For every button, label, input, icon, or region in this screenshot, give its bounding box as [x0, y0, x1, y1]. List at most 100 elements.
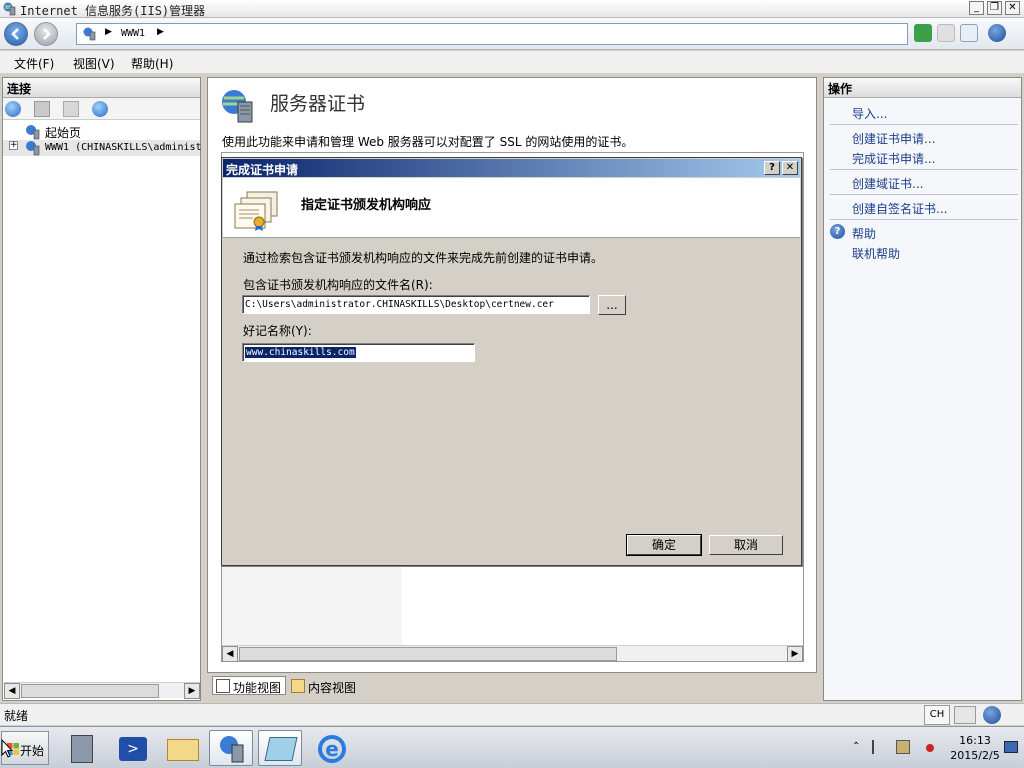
maximize-button[interactable]: ❐ [987, 1, 1002, 15]
status-text: 就绪 [4, 709, 29, 723]
breadcrumb-arrow[interactable]: ▶ [157, 27, 164, 37]
list-hscrollbar[interactable]: ◀ ▶ [222, 645, 803, 662]
start-label: 开始 [20, 744, 45, 758]
dialog-header: 指定证书颁发机构响应 [223, 178, 800, 238]
show-hidden-icons-icon[interactable]: ⌃ [852, 741, 860, 752]
forward-button[interactable] [34, 22, 58, 46]
close-button[interactable]: ✕ [1005, 1, 1020, 15]
friendly-name-input[interactable]: www.chinaskills.com [242, 343, 475, 362]
start-page-icon [26, 125, 40, 140]
list-empty-area [222, 563, 402, 647]
ok-button[interactable]: 确定 [626, 534, 702, 556]
file-name-label: 包含证书颁发机构响应的文件名(R): [243, 278, 433, 292]
action-create-selfsigned-cert[interactable]: 创建自签名证书... [852, 200, 947, 217]
scroll-thumb[interactable] [239, 647, 617, 661]
cancel-button[interactable]: 取消 [709, 535, 783, 555]
page-title: 服务器证书 [270, 93, 366, 115]
scroll-left-button[interactable]: ◀ [4, 683, 20, 699]
address-bar[interactable]: ▶ WWW1 ▶ [76, 23, 908, 45]
clock-time: 16:13 [959, 734, 991, 747]
action-import[interactable]: 导入... [852, 105, 887, 122]
connections-hscrollbar[interactable]: ◀ ▶ [4, 682, 200, 699]
notepad-icon [264, 737, 298, 761]
tab-features-view[interactable]: 功能视图 [212, 676, 287, 695]
minimize-button[interactable]: _ [969, 1, 984, 15]
action-complete-request[interactable]: 完成证书申请... [852, 150, 935, 167]
expand-icon[interactable]: + [9, 141, 18, 150]
view-tabs: 功能视图 内容视图 [207, 675, 817, 697]
action-center-flag-icon[interactable] [872, 740, 886, 754]
action-help[interactable]: 帮助 [852, 225, 876, 242]
dialog-instruction: 通过检索包含证书颁发机构响应的文件来完成先前创建的证书申请。 [243, 251, 604, 265]
taskbar-iis-manager[interactable] [209, 730, 253, 766]
scroll-right-button[interactable]: ▶ [787, 646, 803, 662]
tree-label: WWW1 (CHINASKILLS\administ [45, 142, 202, 153]
up-icon[interactable] [63, 101, 79, 117]
menubar: 文件(F) 视图(V) 帮助(H) [0, 51, 1024, 73]
page-description: 使用此功能来申请和管理 Web 服务器可以对配置了 SSL 的网站使用的证书。 [222, 135, 634, 149]
scroll-left-button[interactable]: ◀ [222, 646, 238, 662]
clock[interactable]: 16:13 2015/2/5 [946, 733, 1004, 763]
keyboard-icon[interactable] [954, 706, 976, 724]
breadcrumb-www1[interactable]: WWW1 [121, 28, 145, 39]
server-icon [83, 27, 96, 41]
action-create-domain-cert[interactable]: 创建域证书... [852, 175, 923, 192]
language-indicator[interactable]: CH [924, 705, 950, 725]
action-online-help[interactable]: 联机帮助 [852, 245, 900, 262]
window-titlebar: Internet 信息服务(IIS)管理器 _ ❐ ✕ [0, 0, 1024, 18]
refresh-icon[interactable] [914, 24, 932, 42]
navigation-bar: ▶ WWW1 ▶ [0, 18, 1024, 50]
menu-help[interactable]: 帮助(H) [131, 55, 173, 72]
folder-icon [167, 739, 199, 761]
connect-icon[interactable] [5, 101, 21, 117]
taskbar-explorer[interactable] [160, 730, 204, 766]
mouse-cursor-icon [1, 739, 13, 758]
menu-view[interactable]: 视图(V) [73, 55, 115, 72]
tree-item-start-page[interactable]: 起始页 [3, 124, 200, 140]
divider [830, 194, 1018, 195]
scroll-right-button[interactable]: ▶ [184, 683, 200, 699]
dialog-title: 完成证书申请 [226, 163, 299, 177]
file-name-input[interactable]: C:\Users\administrator.CHINASKILLS\Deskt… [242, 295, 590, 314]
tab-content-view[interactable]: 内容视图 [287, 676, 361, 695]
home-icon[interactable] [960, 24, 978, 42]
back-button[interactable] [4, 22, 28, 46]
certificate-icon [234, 191, 278, 231]
forward-arrow-icon [43, 28, 51, 40]
volume-muted-icon[interactable] [920, 740, 934, 754]
scroll-thumb[interactable] [21, 684, 159, 698]
tab-label: 功能视图 [233, 681, 282, 695]
tree-label: 起始页 [45, 126, 82, 140]
browse-button[interactable]: ... [598, 295, 626, 315]
window-title: Internet 信息服务(IIS)管理器 [20, 4, 206, 18]
action-create-request[interactable]: 创建证书申请... [852, 130, 935, 147]
server-certificate-icon [222, 90, 253, 123]
server-manager-icon [71, 735, 93, 763]
taskbar-internet-explorer[interactable]: e [309, 730, 353, 766]
actions-panel: 操作 导入... 创建证书申请... 完成证书申请... 创建域证书... 创建… [823, 77, 1022, 701]
clock-date: 2015/2/5 [950, 749, 1000, 762]
iis-icon [220, 736, 244, 763]
show-desktop-icon[interactable] [1004, 741, 1018, 753]
dialog-help-button[interactable]: ? [764, 161, 780, 175]
menu-file[interactable]: 文件(F) [14, 55, 54, 72]
save-icon[interactable] [34, 101, 50, 117]
breadcrumb-arrow[interactable]: ▶ [105, 27, 112, 37]
ime-help-icon[interactable] [983, 706, 1001, 724]
stop-icon[interactable] [937, 24, 955, 42]
taskbar-notepad[interactable] [258, 730, 302, 766]
network-icon[interactable] [896, 740, 910, 754]
dialog-titlebar: 完成证书申请 ? ✕ [223, 159, 800, 177]
dialog-heading: 指定证书颁发机构响应 [301, 198, 432, 213]
tree-item-server[interactable]: + WWW1 (CHINASKILLS\administ [3, 140, 202, 156]
help-dropdown-icon[interactable] [988, 24, 1006, 42]
system-tray: ⌃ 16:13 2015/2/5 [846, 729, 1022, 767]
content-view-icon [291, 679, 305, 693]
complete-certificate-request-dialog: 完成证书申请 ? ✕ 指定证书颁发机构响应 通过检索包含证书颁发机构响应的文件来… [221, 157, 802, 566]
dialog-close-button[interactable]: ✕ [782, 161, 798, 175]
taskbar-server-manager[interactable] [60, 730, 104, 766]
disconnect-icon[interactable] [92, 101, 108, 117]
divider [830, 169, 1018, 170]
taskbar-powershell[interactable]: > [110, 730, 154, 766]
ie-icon: e [318, 735, 346, 763]
